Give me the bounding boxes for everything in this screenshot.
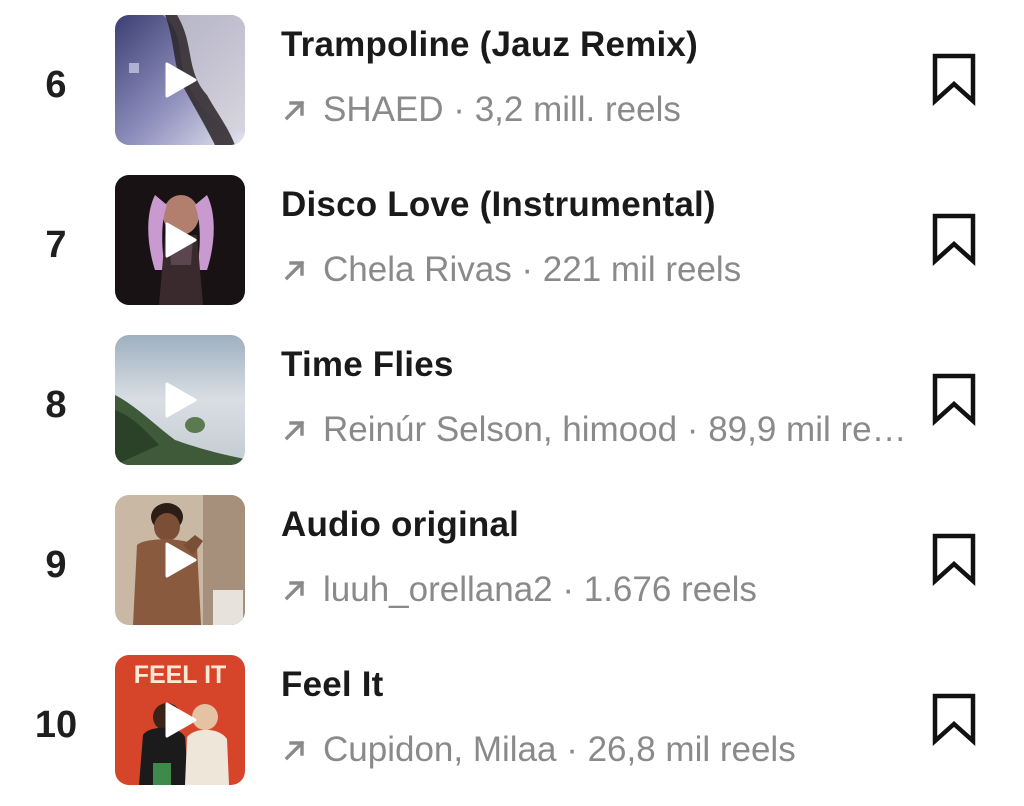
arrow-up-right-icon [284,100,305,121]
track-title[interactable]: Trampoline (Jauz Remix) [281,25,698,65]
arrow-up-right-icon [284,740,305,761]
track-meta: luuh_orellana2 · 1.676 reels [281,570,911,610]
artist-and-reel-count: Cupidon, Milaa · 26,8 mil reels [323,730,796,769]
audio-track-list: 6 Trampoline (Jauz Remix) SHAED · 3,2 mi… [0,0,1024,806]
play-icon[interactable] [164,222,198,258]
list-item[interactable]: 6 Trampoline (Jauz Remix) SHAED · 3,2 mi… [0,15,1024,155]
album-cover[interactable] [115,335,245,465]
track-rank: 8 [45,383,67,426]
track-rank: 9 [45,543,67,586]
track-rank: 6 [45,63,67,106]
arrow-up-right-icon [284,580,305,601]
arrow-up-right-icon [284,260,305,281]
track-rank: 7 [45,223,67,266]
track-meta: Reinúr Selson, himood · 89,9 mil reels [281,410,911,450]
artist-and-reel-count: luuh_orellana2 · 1.676 reels [323,570,757,609]
bookmark-icon[interactable] [926,531,982,587]
track-rank: 10 [34,703,78,746]
track-meta: Cupidon, Milaa · 26,8 mil reels [281,730,911,770]
play-icon[interactable] [164,62,198,98]
list-item[interactable]: 9 Audio original luuh_orellana2 · 1.676 … [0,495,1024,635]
album-cover[interactable] [115,15,245,145]
list-item[interactable]: 7 Disco Love (Instrumental) Chela Rivas … [0,175,1024,315]
track-meta: Chela Rivas · 221 mil reels [281,250,911,290]
album-cover[interactable]: FEEL IT [115,655,245,785]
list-item[interactable]: 10 FEEL IT Feel It Cupidon, Milaa · 26,8… [0,655,1024,795]
bookmark-icon[interactable] [926,51,982,107]
play-icon[interactable] [164,702,198,738]
artist-and-reel-count: SHAED · 3,2 mill. reels [323,90,681,129]
artist-and-reel-count: Reinúr Selson, himood · 89,9 mil reels [323,410,911,449]
track-title[interactable]: Feel It [281,665,384,705]
play-icon[interactable] [164,542,198,578]
track-title[interactable]: Audio original [281,505,519,545]
play-icon[interactable] [164,382,198,418]
list-item[interactable]: 8 Time Flies Reinúr Selson, himood · 89,… [0,335,1024,475]
track-title[interactable]: Disco Love (Instrumental) [281,185,716,225]
track-title[interactable]: Time Flies [281,345,454,385]
cover-logo-text: FEEL IT [134,661,227,689]
album-cover[interactable] [115,175,245,305]
track-meta: SHAED · 3,2 mill. reels [281,90,911,130]
album-cover[interactable] [115,495,245,625]
bookmark-icon[interactable] [926,211,982,267]
bookmark-icon[interactable] [926,691,982,747]
artist-and-reel-count: Chela Rivas · 221 mil reels [323,250,742,289]
bookmark-icon[interactable] [926,371,982,427]
arrow-up-right-icon [284,420,305,441]
